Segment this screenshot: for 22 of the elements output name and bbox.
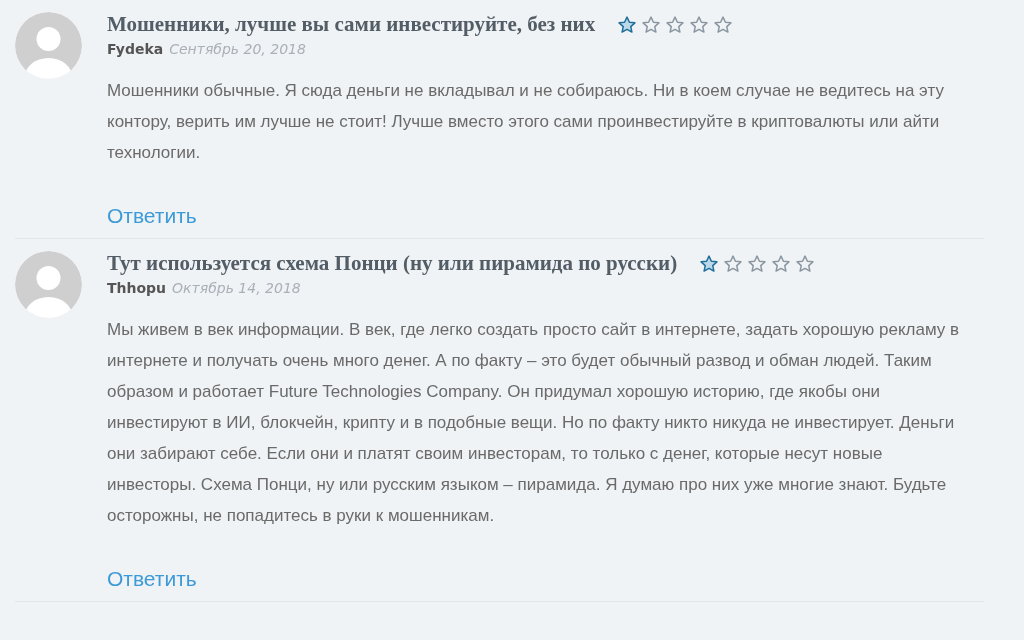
empty-star-icon xyxy=(747,253,768,274)
comment-author: Fydeka xyxy=(107,41,164,57)
empty-star-icon xyxy=(665,14,686,35)
empty-star-icon xyxy=(795,253,816,274)
empty-star-icon xyxy=(713,14,734,35)
empty-star-icon xyxy=(723,253,744,274)
avatar-icon xyxy=(15,251,82,318)
comment-text: Мошенники обычные. Я сюда деньги не вкладывал и не собираюсь. Ни в коем случае не ведитесь на эту контору, верить им лучше не стоит! Лучше вместо этого сами проинвестируйте в криптовалюты или айти технологии. xyxy=(107,80,945,164)
comment-title: Мошенники, лучше вы сами инвестируйте, без них xyxy=(107,12,596,37)
comment-date: Октябрь 14, 2018 xyxy=(172,280,301,296)
avatar-icon xyxy=(15,12,82,79)
filled-star-icon xyxy=(699,253,720,274)
comment-author: Thhopu xyxy=(107,280,167,296)
empty-star-icon xyxy=(641,14,662,35)
comment-text: Мы живем в век информации. В век, где легко создать просто сайт в интернете, задать хорошую рекламу в интернете и получать очень много денег. А по факту – это будет обычный развод и обман людей. Таким образом и работает Future Technologies Company. Он придумал хорошую историю, где якобы они инвестируют в ИИ, блокчейн, крипту и в подобные вещи. Но по факту никто никуда не инвестирует. Деньги они забирают себе. Если они и платят своим инвесторам, то только с денег, которые несут новые инвесторы. Схема Понци, ну или русским языком – пирамида. Я думаю про них уже многие знают. Будьте осторожны, не попадитесь в руки к мошенникам. xyxy=(107,319,961,527)
empty-star-icon xyxy=(771,253,792,274)
filled-star-icon xyxy=(617,14,638,35)
reply-link[interactable]: Ответить xyxy=(107,567,197,591)
empty-star-icon xyxy=(689,14,710,35)
comment-date: Сентябрь 20, 2018 xyxy=(169,41,306,57)
comment-title: Тут используется схема Понци (ну или пирамида по русски) xyxy=(107,251,678,276)
reply-link[interactable]: Ответить xyxy=(107,204,197,228)
